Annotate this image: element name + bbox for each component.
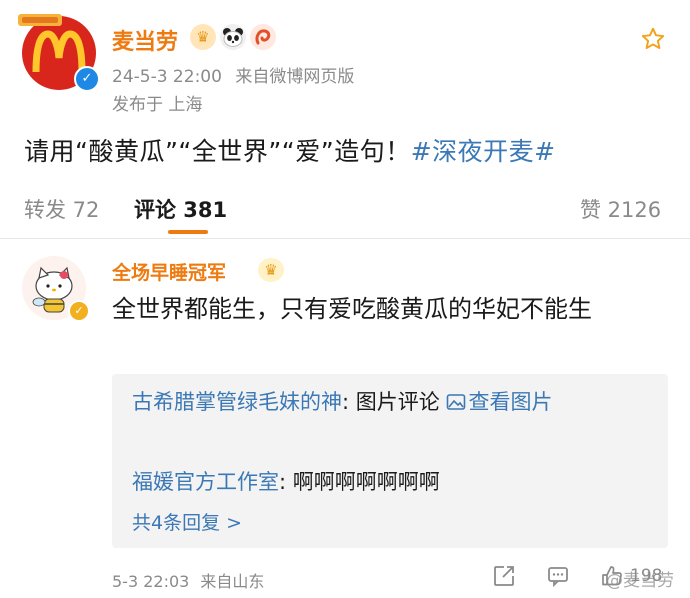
shrimp-badge-icon <box>250 24 276 50</box>
author-badges: ♛ <box>190 24 276 50</box>
comment-timestamp: 5-3 22:03 <box>112 572 190 591</box>
view-image-link[interactable]: 查看图片 <box>446 390 552 414</box>
comment-text: 全世界都能生，只有爱吃酸黄瓜的华妃不能生 <box>112 295 592 323</box>
crown-badge-icon: ♛ <box>190 24 216 50</box>
tab-like[interactable]: 赞 2126 <box>580 194 661 224</box>
reply-separator: : <box>279 470 293 494</box>
hashtag-link[interactable]: #深夜开麦# <box>411 137 556 166</box>
author-avatar[interactable]: ✓ <box>18 14 100 92</box>
post-text: 请用“酸黄瓜”“全世界”“爱”造句！#深夜开麦# <box>24 132 556 168</box>
reply-author[interactable]: 福媛官方工作室 <box>132 470 279 494</box>
reply-item: 福媛官方工作室: 啊啊啊啊啊啊啊 <box>132 464 652 500</box>
reply-author[interactable]: 古希腊掌管绿毛妹的神 <box>132 390 342 414</box>
post-location: 发布于 上海 <box>112 95 203 115</box>
panda-badge-icon <box>220 24 246 50</box>
post-source: 来自微博网页版 <box>235 67 355 87</box>
verified-badge-icon: ✓ <box>74 66 100 92</box>
reply-item: 古希腊掌管绿毛妹的神: 图片评论 查看图片 <box>132 384 652 420</box>
comment-source: 来自山东 <box>200 572 265 591</box>
divider <box>0 238 690 239</box>
reply-separator: : <box>342 390 356 414</box>
member-badge-icon: ✓ <box>68 300 90 322</box>
share-icon[interactable] <box>492 564 516 592</box>
campaign-ribbon-icon <box>16 10 66 30</box>
commenter-name[interactable]: 全场早睡冠军 <box>112 258 226 285</box>
tab-comment[interactable]: 评论 381 <box>134 194 227 224</box>
comment-meta: 5-3 22:03 来自山东 <box>112 568 264 592</box>
favorite-star-icon[interactable] <box>640 26 666 56</box>
author-name[interactable]: 麦当劳 <box>112 24 178 56</box>
replies-box: 古希腊掌管绿毛妹的神: 图片评论 查看图片 福媛官方工作室: 啊啊啊啊啊啊啊 共… <box>112 374 668 548</box>
watermark: @麦当劳 <box>606 571 674 591</box>
more-replies-link[interactable]: 共4条回复 > <box>132 508 242 538</box>
reply-text: 图片评论 <box>355 390 447 414</box>
reply-text: 啊啊啊啊啊啊啊 <box>292 470 440 494</box>
image-icon <box>447 394 466 410</box>
crown-badge-icon: ♛ <box>258 258 284 282</box>
reply-comment-icon[interactable] <box>546 564 570 592</box>
post-body: 请用“酸黄瓜”“全世界”“爱”造句！ <box>24 137 411 166</box>
commenter-avatar[interactable]: ✓ <box>22 256 90 322</box>
view-image-label: 查看图片 <box>468 390 553 414</box>
post-timestamp: 24-5-3 22:00 <box>112 67 222 87</box>
active-tab-indicator <box>168 230 208 234</box>
post-meta: 24-5-3 22:00 来自微博网页版 <box>112 62 354 87</box>
tab-repost[interactable]: 转发 72 <box>24 194 99 224</box>
